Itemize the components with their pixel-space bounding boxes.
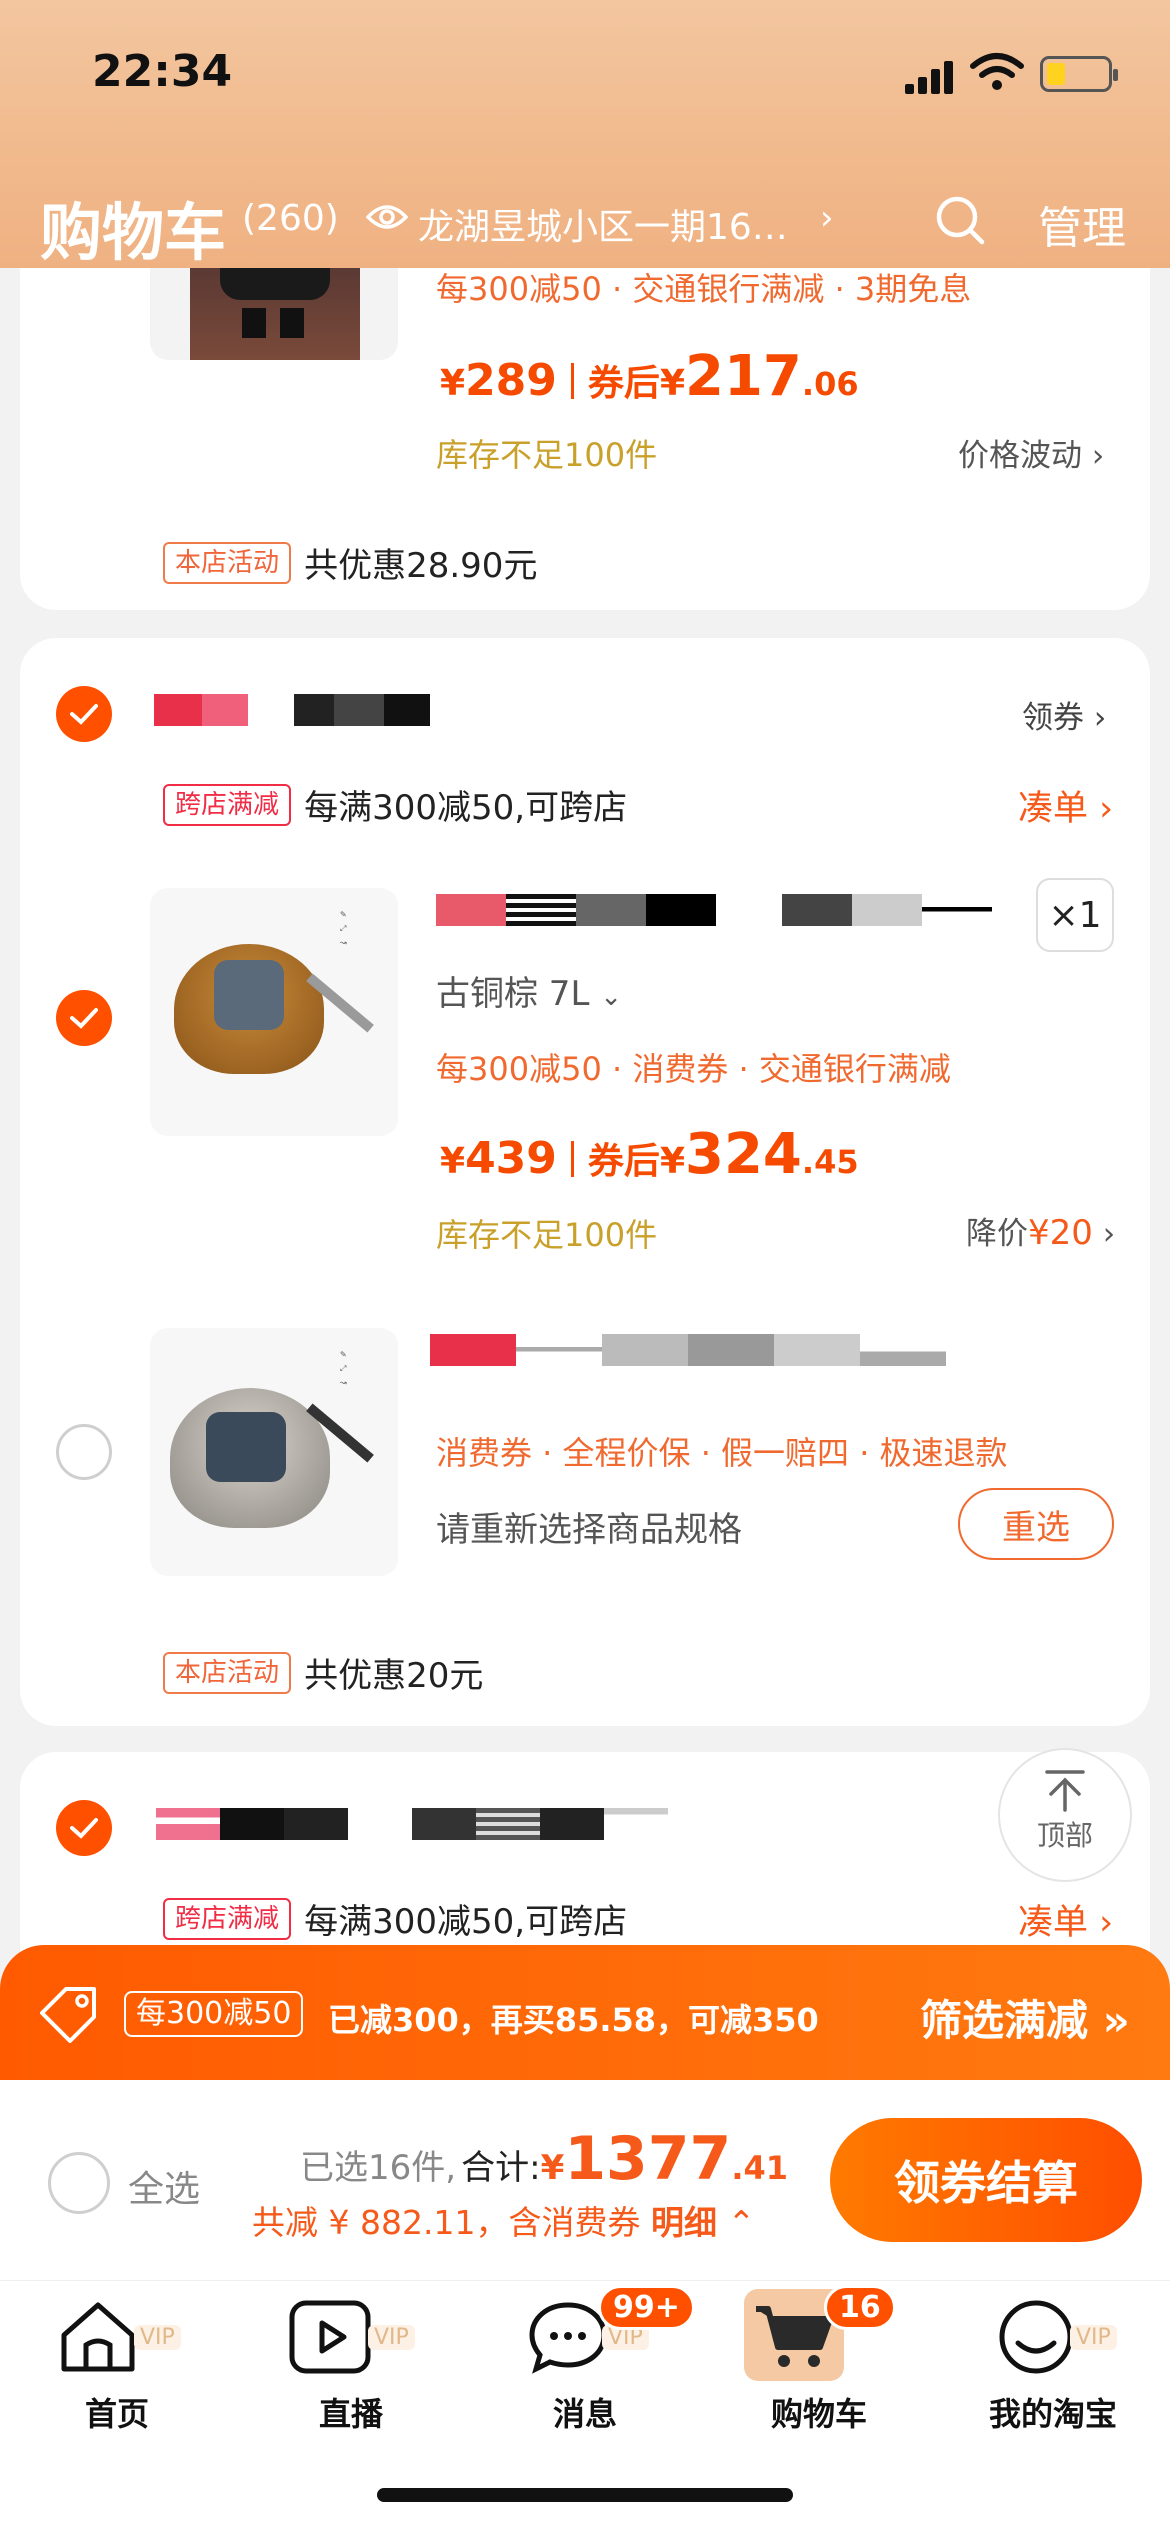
cart-count: (260) [242, 198, 339, 239]
item-checkbox[interactable] [56, 990, 112, 1046]
arrow-up-icon [1045, 1770, 1085, 1812]
shop-activity-tag: 本店活动 [163, 1651, 292, 1694]
shop-discount: 本店活动 共优惠28.90元 [163, 538, 537, 587]
saving-line[interactable]: 共减 ¥ 882.11，含消费券 明细 ⌃ [252, 2196, 755, 2244]
promo-threshold-tag: 每300减50 [124, 1991, 304, 2037]
search-icon[interactable] [934, 194, 986, 246]
stock-warning: 库存不足100件 [436, 1216, 658, 1254]
product-title[interactable] [436, 894, 996, 926]
tab-live[interactable]: VIP 直播 [234, 2281, 468, 2481]
filter-promo-link[interactable]: 筛选满减 » [920, 1987, 1130, 2048]
sku-selector[interactable]: 古铜棕 7L ⌄ [436, 966, 622, 1015]
double-chevron-icon: » [1102, 1996, 1130, 2045]
live-play-icon [289, 2300, 371, 2374]
promo-line: 每300减50 · 交通银行满减 · 3期免息 [436, 270, 972, 308]
threshold-promo-bar[interactable]: 每300减50 已减300，再买85.58，可减350 筛选满减 » [0, 1945, 1170, 2080]
shop-discount: 本店活动 共优惠20元 [163, 1648, 483, 1697]
combine-order-link[interactable]: 凑单 › [1018, 1894, 1113, 1945]
chat-bubble-icon [529, 2302, 607, 2374]
tab-home[interactable]: VIP 首页 [0, 2281, 234, 2481]
product-image[interactable]: ✎ ⤢ ↝ [150, 888, 398, 1136]
product-image[interactable]: ✎ ⤢ ↝ [150, 1328, 398, 1576]
shop-card-1: 每300减50 · 交通银行满减 · 3期免息 ¥289 券后¥217.06 库存… [20, 220, 1150, 610]
reselect-hint: 请重新选择商品规格 [436, 1510, 742, 1550]
get-coupon-link[interactable]: 领券 › [1022, 692, 1106, 737]
shop-activity-tag: 本店活动 [163, 541, 292, 584]
header-bar: 22:34 购物车 (260) 龙湖昱城小区一期16… › 管理 [0, 0, 1170, 269]
price: 289 [465, 355, 557, 406]
total-amount: 1377 [564, 2124, 732, 2194]
select-all-checkbox[interactable] [48, 2152, 110, 2214]
product-title[interactable] [430, 1334, 1110, 1366]
manage-button[interactable]: 管理 [1038, 192, 1126, 256]
cross-store-tag: 跨店满减 [163, 1897, 292, 1940]
eye-location-icon[interactable] [366, 200, 408, 234]
qty-box[interactable]: ×1 [1036, 878, 1114, 952]
shop-checkbox[interactable] [56, 1800, 112, 1856]
price-line: ¥289 券后¥217.06 [440, 344, 859, 409]
price-drop-link[interactable]: 降价¥20 › [966, 1208, 1115, 1253]
chevron-down-icon: ⌄ [600, 982, 622, 1012]
reselect-button[interactable]: 重选 [958, 1488, 1114, 1560]
tab-cart[interactable]: 16 购物车 [702, 2281, 936, 2481]
promo-line: 消费券 · 全程价保 · 假一赔四 · 极速退款 [436, 1434, 1008, 1472]
cross-store-tag: 跨店满减 [163, 783, 292, 826]
page-title: 购物车 [40, 196, 227, 269]
item-checkbox[interactable] [56, 1424, 112, 1480]
promo-progress-text: 已减300，再买85.58，可减350 [328, 2001, 819, 2039]
cross-store-promo: 跨店满减 每满300减50,可跨店 [163, 1894, 627, 1943]
tab-my-taobao[interactable]: VIP 我的淘宝 [936, 2281, 1170, 2481]
home-icon [61, 2302, 135, 2372]
stock-warning: 库存不足100件 [436, 436, 658, 474]
home-indicator [377, 2488, 793, 2502]
wifi-icon [970, 53, 1024, 90]
price-line: ¥439 券后¥324.45 [440, 1122, 859, 1187]
tab-messages[interactable]: VIP 99+ 消息 [468, 2281, 702, 2481]
cross-store-promo: 跨店满减 每满300减50,可跨店 [163, 780, 627, 829]
signal-icon [905, 60, 955, 94]
promo-line: 每300减50 · 消费券 · 交通银行满减 [436, 1050, 951, 1088]
message-badge: 99+ [598, 2285, 695, 2330]
total-line: 已选16件, 合计:¥1377.41 [300, 2124, 788, 2194]
combine-order-link[interactable]: 凑单 › [1018, 780, 1113, 831]
checkout-bar: 全选 已选16件, 合计:¥1377.41 共减 ¥ 882.11，含消费券 明… [0, 2080, 1170, 2280]
status-time: 22:34 [92, 46, 233, 97]
price-fluctuation-link[interactable]: 价格波动 › [958, 430, 1104, 475]
chevron-right-icon[interactable]: › [820, 198, 834, 238]
shop-name[interactable] [156, 1808, 676, 1840]
checkout-button[interactable]: 领券结算 [830, 2118, 1142, 2242]
shop-checkbox[interactable] [56, 686, 112, 742]
back-to-top-button[interactable]: 顶部 [998, 1748, 1132, 1882]
delivery-address[interactable]: 龙湖昱城小区一期16… [418, 198, 788, 250]
shop-name[interactable] [154, 694, 494, 726]
tag-icon [40, 1987, 96, 2043]
price: 439 [465, 1133, 557, 1184]
cart-badge: 16 [824, 2285, 896, 2330]
shop-card-2: 领券 › 跨店满减 每满300减50,可跨店 凑单 › ✎ ⤢ ↝ ×1 古铜棕 7… [20, 638, 1150, 1726]
battery-icon [1040, 56, 1118, 92]
price-after-coupon: 217 [685, 344, 802, 409]
select-all-label[interactable]: 全选 [128, 2160, 200, 2212]
chevron-up-icon: ⌃ [727, 2203, 756, 2242]
price-after-coupon: 324 [685, 1122, 802, 1187]
smile-face-icon [999, 2300, 1073, 2374]
